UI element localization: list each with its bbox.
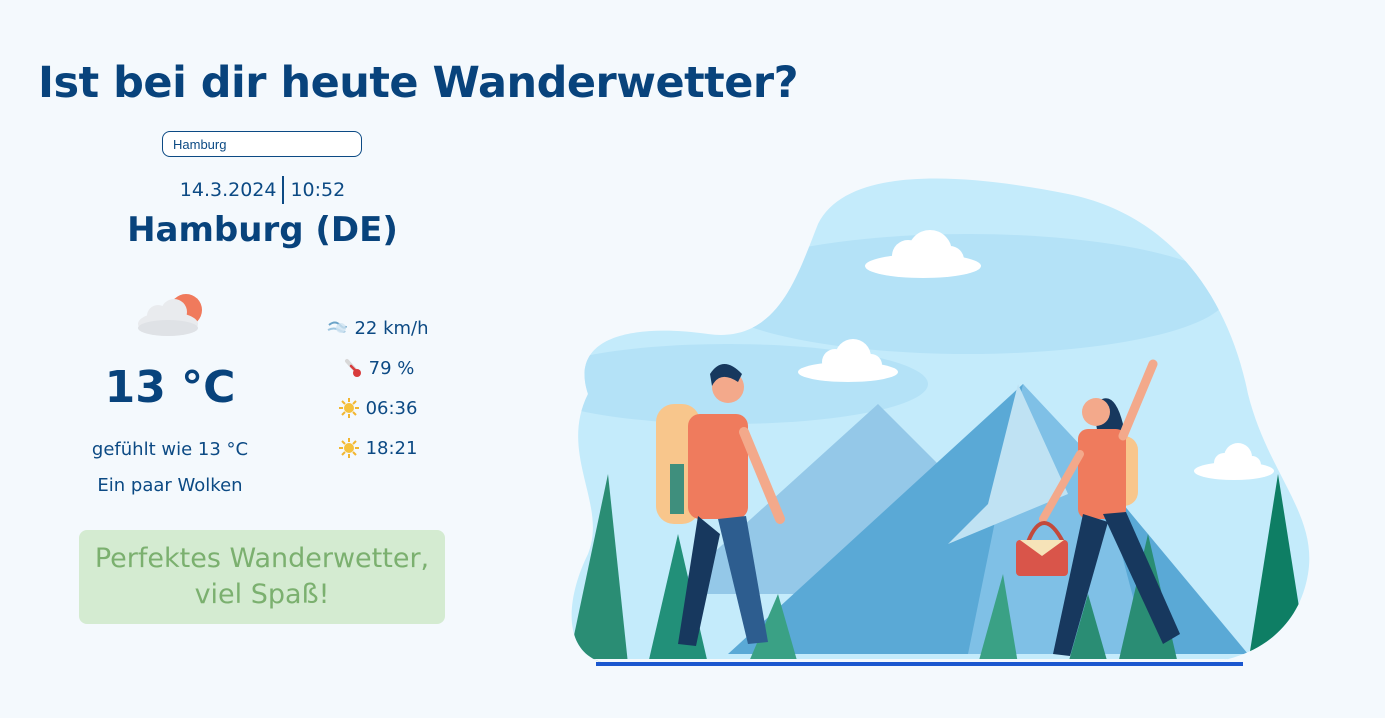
city-search-input[interactable] [162,131,362,157]
city-name: Hamburg (DE) [127,210,398,250]
time-text: 10:52 [290,179,346,201]
sun-behind-cloud-icon [138,294,202,336]
sunrise-stat: 06:36 [300,388,455,428]
temperature: 13 °C [104,362,236,413]
humidity-stat: 79 % [300,348,455,388]
sunset-stat: 18:21 [300,428,455,468]
date-text: 14.3.2024 [179,179,277,201]
humidity-value: 79 % [368,357,415,379]
wind-value: 22 km/h [354,317,429,339]
wind-icon [326,317,348,339]
feels-like: gefühlt wie 13 °C [91,439,249,460]
hiking-verdict: Perfektes Wanderwetter, viel Spaß! [79,530,445,624]
weather-description: Ein paar Wolken [97,475,243,496]
page-title: Ist bei dir heute Wanderwetter? [38,58,799,108]
datetime-divider [282,176,285,204]
datetime: 14.3.2024 10:52 [120,176,405,204]
sunrise-sun-icon [338,397,360,419]
sunset-sun-icon [338,437,360,459]
sunrise-value: 06:36 [365,397,418,419]
wind-stat: 22 km/h [300,308,455,348]
thermometer-icon [341,357,363,379]
weather-stats: 22 km/h 79 % 06:36 18:21 [300,308,455,468]
hikers-illustration [571,178,1310,666]
sunset-value: 18:21 [365,437,418,459]
